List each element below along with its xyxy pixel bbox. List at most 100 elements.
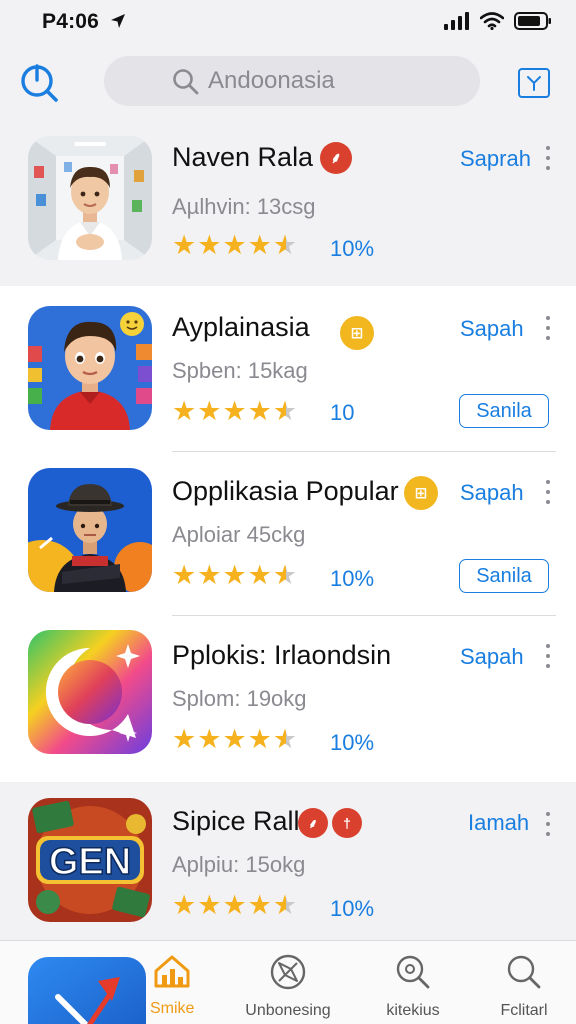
star-icon: ★ [247,890,272,920]
app-list-item[interactable]: Ayplainasia ⊞ Sapah Spben: 15kag ★ ★ ★ ★… [0,286,576,452]
star-rating: ★ ★ ★ ★ ★ [172,562,297,589]
app-icon-text: GEN [49,841,131,883]
app-title[interactable]: Opplikasia Popular [172,476,399,507]
star-rating: ★ ★ ★ ★ ★ [172,892,297,919]
wifi-icon [480,12,504,30]
tab-kitekius[interactable]: kitekius [378,953,448,1020]
star-icon: ★ [247,560,272,590]
get-link[interactable]: Iamah [468,810,529,836]
rating-text: 10% [330,236,375,261]
app-list-item[interactable]: GEN Sipice Rall ⸙ † Iamah Aplpiu: 15okg … [0,782,576,940]
search-power-icon [21,64,58,102]
star-rating: ★ ★ ★ ★ ★ [172,232,297,259]
search-icon [173,69,199,95]
half-star-icon: ★ [272,560,298,590]
star-icon: ★ [172,560,197,590]
app-icon[interactable] [28,957,146,1024]
app-icon[interactable]: GEN [28,798,152,922]
more-options-icon[interactable] [544,480,552,504]
star-icon: ★ [222,724,247,754]
half-star-icon: ★ [272,230,298,260]
star-icon: ★ [197,230,222,260]
tab-label: Fclitarl [500,1002,548,1019]
app-badge: ⸙ [298,808,328,838]
app-list-item[interactable]: Naven Rala ⸙ Saprah Aµlhvin: 13csg ★ ★ ★… [0,120,576,286]
more-options-icon[interactable] [544,146,552,170]
app-icon[interactable] [28,630,152,754]
half-star-icon: ★ [272,396,298,426]
app-icon[interactable] [28,468,152,592]
app-list-item[interactable]: Pplokis: Irlaondsin Sapah Splom: 19okg ★… [0,616,576,782]
star-icon: ★ [197,560,222,590]
more-options-icon[interactable] [544,812,552,836]
status-bar: P4:06 [0,0,576,44]
app-list-item[interactable]: Opplikasia Popular ⊞ Sapah Aploiar 45ckg… [0,452,576,616]
discover-button[interactable] [18,60,60,104]
star-icon: ★ [197,890,222,920]
more-options-icon[interactable] [544,644,552,668]
star-rating: ★ ★ ★ ★ ★ [172,726,297,753]
compass-icon [270,954,306,990]
get-link[interactable]: Sapah [460,644,524,670]
search-icon [396,955,430,989]
rating-text: 10% [330,730,375,755]
tab-label: kitekius [386,1002,440,1019]
app-title[interactable]: Naven Rala [172,142,313,173]
battery-icon [514,12,551,30]
app-icon[interactable] [28,306,152,430]
app-icon[interactable] [28,136,152,260]
app-badge: ⸙ [320,142,352,174]
filter-button[interactable] [518,68,550,98]
star-icon: ★ [222,230,247,260]
status-icons [444,12,552,30]
tab-fclitarl[interactable]: Fclitarl [494,953,554,1020]
app-title[interactable]: Pplokis: Irlaondsin [172,640,391,671]
search-input[interactable] [208,64,458,98]
search-bar[interactable] [104,56,480,106]
star-icon: ★ [222,560,247,590]
install-button[interactable]: Sanila [459,394,549,428]
half-star-icon: ★ [272,724,298,754]
app-subtitle: Aµlhvin: 13csg [172,194,316,219]
install-button[interactable]: Sanila [459,559,549,593]
more-options-icon[interactable] [544,316,552,340]
signal-icon [444,12,469,30]
tab-label: Smike [150,1000,195,1017]
get-link[interactable]: Sapah [460,316,524,342]
app-badge: ⊞ [404,476,438,510]
star-icon: ★ [247,230,272,260]
status-time: P4:06 [42,10,100,33]
home-icon [154,955,190,988]
star-icon: ★ [172,890,197,920]
app-badge: † [332,808,362,838]
location-arrow-icon [111,14,125,28]
star-icon: ★ [172,724,197,754]
rating-text: 10% [330,566,375,591]
header [0,44,576,120]
tab-smike[interactable]: Smike [150,953,194,1018]
app-title[interactable]: Sipice Rall [172,806,300,837]
star-icon: ★ [172,396,197,426]
get-link[interactable]: Saprah [460,146,531,172]
star-icon: ★ [222,890,247,920]
star-icon: ★ [247,396,272,426]
get-link[interactable]: Sapah [460,480,524,506]
filter-icon [527,76,541,91]
rating-text: 10 [330,400,355,425]
half-star-icon: ★ [272,890,298,920]
star-icon: ★ [197,396,222,426]
app-title[interactable]: Ayplainasia [172,312,310,343]
star-icon: ★ [247,724,272,754]
app-subtitle: Aplpiu: 15okg [172,852,306,877]
search-icon [507,955,541,989]
tab-label: Unbonesing [245,1002,331,1019]
star-rating: ★ ★ ★ ★ ★ [172,398,297,425]
app-subtitle: Aploiar 45ckg [172,522,306,547]
app-subtitle: Spben: 15kag [172,358,308,383]
star-icon: ★ [172,230,197,260]
rating-text: 10% [330,896,375,921]
app-subtitle: Splom: 19okg [172,686,307,711]
star-icon: ★ [222,396,247,426]
app-badge: ⊞ [340,316,374,350]
tab-unbonesing[interactable]: Unbonesing [236,953,340,1020]
